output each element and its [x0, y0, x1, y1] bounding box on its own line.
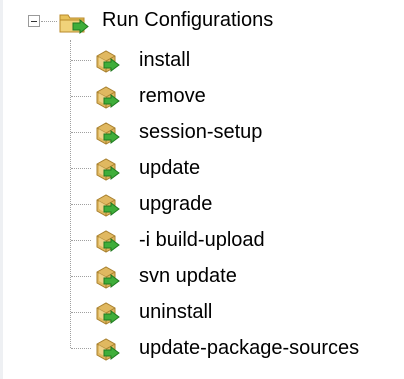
tree-node-label: remove	[139, 85, 206, 107]
tree-node-label: update	[139, 157, 201, 179]
launch-config-icon	[96, 302, 120, 325]
launch-config-icon	[96, 194, 120, 217]
launch-config-icon	[96, 122, 120, 145]
tree-node-update[interactable]: update	[0, 150, 404, 186]
tree-node-i-build-upload[interactable]: -i build-upload	[0, 222, 404, 258]
tree-node-label: Run Configurations	[102, 9, 274, 31]
tree-node-upgrade[interactable]: upgrade	[0, 186, 404, 222]
tree-node-session-setup[interactable]: session-setup	[0, 114, 404, 150]
tree-connector-horizontal	[71, 240, 91, 241]
tree-node-remove[interactable]: remove	[0, 78, 404, 114]
launch-config-icon	[96, 158, 120, 181]
tree-connector-horizontal	[71, 132, 91, 133]
tree-connector-horizontal	[71, 312, 91, 313]
tree-node-uninstall[interactable]: uninstall	[0, 294, 404, 330]
tree-connector-stub	[41, 21, 57, 22]
tree-node-label: upgrade	[139, 193, 213, 215]
launch-config-icon	[96, 230, 120, 253]
tree-connector-horizontal	[71, 348, 91, 349]
tree-node-label: update-package-sources	[139, 337, 360, 359]
tree-node-label: -i build-upload	[139, 229, 265, 251]
collapse-toggle-icon[interactable]	[28, 15, 40, 27]
launch-config-icon	[96, 338, 120, 361]
launch-config-icon	[96, 86, 120, 109]
tree-node-run-configurations[interactable]: Run Configurations	[0, 2, 404, 38]
tree-connector-horizontal	[71, 96, 91, 97]
tree-node-label: svn update	[139, 265, 237, 287]
launch-config-icon	[96, 50, 120, 73]
tree-connector-horizontal	[71, 60, 91, 61]
folder-run-icon	[59, 14, 89, 35]
tree-connector-horizontal	[71, 204, 91, 205]
tree-node-label: uninstall	[139, 301, 213, 323]
tree-node-label: session-setup	[139, 121, 263, 143]
tree-node-install[interactable]: install	[0, 42, 404, 78]
tree-connector-horizontal	[71, 168, 91, 169]
launch-config-icon	[96, 266, 120, 289]
run-configurations-tree: Run Configurations install remove sessio…	[0, 0, 404, 379]
tree-node-svn-update[interactable]: svn update	[0, 258, 404, 294]
tree-node-label: install	[139, 49, 191, 71]
tree-connector-horizontal	[71, 276, 91, 277]
tree-node-update-package-sources[interactable]: update-package-sources	[0, 330, 404, 366]
